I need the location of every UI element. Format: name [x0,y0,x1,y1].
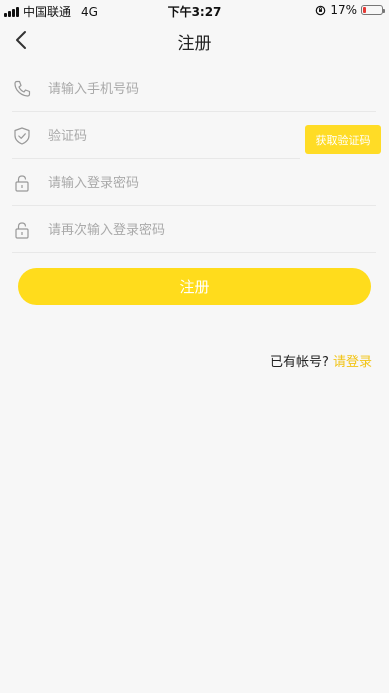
login-link[interactable]: 请登录 [333,355,372,370]
login-prompt: 已有帐号? 请登录 [270,351,372,370]
shield-check-icon [14,127,30,145]
battery-icon [361,5,385,15]
login-prompt-text: 已有帐号? [269,355,329,370]
password-confirm-input[interactable] [46,216,300,244]
get-code-button[interactable]: 获取验证码 [305,125,381,154]
lock-icon [15,175,29,192]
register-button[interactable]: 注册 [18,268,371,305]
phone-icon [14,80,31,97]
page-title: 注册 [177,34,212,54]
lock-icon [15,222,29,239]
phone-input[interactable] [46,75,300,103]
orientation-lock-icon [316,5,326,15]
status-right: 17% [315,3,385,17]
password-confirm-row [12,206,376,253]
code-row [12,112,300,159]
status-bar: 中国联通 4G 下午3:27 17% [0,0,389,20]
nav-bar: 注册 [0,20,389,60]
verification-code-input[interactable] [46,122,270,150]
password-row [12,159,376,206]
phone-row [12,65,376,112]
password-input[interactable] [46,169,300,197]
battery-percent: 17% [330,3,357,17]
